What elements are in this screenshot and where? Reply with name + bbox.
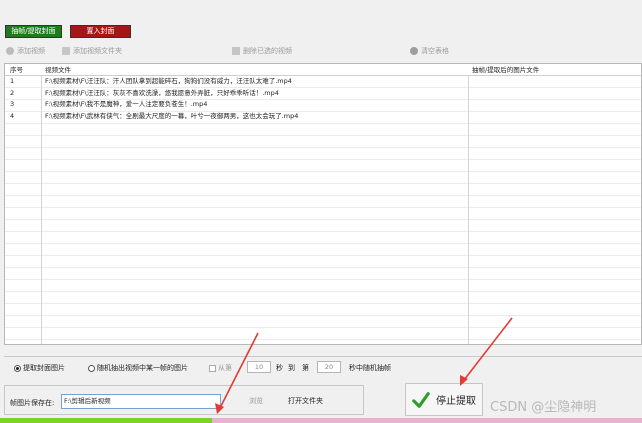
- extract-cover-radio[interactable]: 提取封面图片: [14, 363, 65, 373]
- table-header: 序号 视频文件 抽帧/提取后的图片文件: [5, 64, 641, 76]
- row-no: 4: [10, 111, 15, 120]
- random-extract-label: 秒中随机抽帧: [349, 364, 391, 372]
- add-folder-button[interactable]: 添加视频文件夹: [62, 46, 122, 56]
- random-frame-radio[interactable]: 随机抽出视频中某一帧的图片: [88, 363, 188, 373]
- extract-options-bar: 提取封面图片 随机抽出视频中某一帧的图片 从第 10 秒 到 第 20 秒中随机…: [4, 356, 642, 377]
- to-ordinal-label: 第: [302, 364, 309, 372]
- row-file: F:\视频素材\F\我不是魔神，爱一人注定要负苍生！.mp4: [45, 100, 208, 108]
- clear-icon: [410, 47, 418, 55]
- check-icon: [412, 391, 430, 408]
- header-output-image: 抽帧/提取后的图片文件: [472, 66, 540, 74]
- from-seconds-input[interactable]: 10: [247, 361, 271, 373]
- stop-extract-button[interactable]: 停止提取: [405, 383, 483, 416]
- from-checkbox[interactable]: 从第: [209, 363, 232, 373]
- row-file: F:\视频素材\F\武林有侠气：全剧最大尺度的一幕，叶兮一夜御两男，这也太会玩了…: [45, 111, 299, 120]
- delete-selected-button[interactable]: 删除已选的视频: [232, 46, 292, 56]
- header-no: 序号: [10, 66, 23, 74]
- table-row[interactable]: 1 F:\视频素材\F\汪汪队：汗人团队拿到超能碎石，狗狗们没有威力，汪汪队太难…: [5, 76, 641, 88]
- save-location-label: 帧图片保存在:: [10, 399, 55, 407]
- table-row[interactable]: 2 F:\视频素材\F\汪汪队：灰灰不喜欢洗澡，悠我愿意外弄脏，只好乖乖听话！.…: [5, 88, 641, 100]
- add-video-label: 添加视频: [17, 47, 45, 55]
- watermark: CSDN @尘隐神明: [490, 400, 597, 415]
- radio-selected-icon: [14, 364, 21, 372]
- row-no: 1: [10, 77, 15, 85]
- save-path-input[interactable]: F:\剪辑后新视频: [61, 394, 221, 409]
- row-file: F:\视频素材\F\汪汪队：汗人团队拿到超能碎石，狗狗们没有威力，汪汪队太难了.…: [45, 77, 292, 85]
- add-video-button[interactable]: 添加视频: [6, 46, 45, 56]
- table-row[interactable]: 3 F:\视频素材\F\我不是魔神，爱一人注定要负苍生！.mp4: [5, 99, 641, 111]
- from-label: 从第: [218, 364, 232, 372]
- save-location-bar: 帧图片保存在: F:\剪辑后新视频 浏览 打开文件夹: [4, 385, 364, 415]
- row-no: 2: [10, 88, 15, 97]
- radio-unselected-icon: [88, 364, 95, 372]
- seconds-label: 秒: [276, 364, 283, 372]
- delete-selected-label: 删除已选的视频: [243, 47, 292, 55]
- video-file-table[interactable]: 序号 视频文件 抽帧/提取后的图片文件 1 F:\视频素材\F\汪汪队：汗人团队…: [4, 63, 642, 345]
- open-folder-button[interactable]: 打开文件夹: [288, 396, 323, 406]
- add-video-icon: [6, 47, 14, 55]
- insert-cover-mode-button[interactable]: 置入封面: [70, 25, 131, 38]
- to-label: 到: [288, 364, 295, 372]
- extract-cover-mode-button[interactable]: 抽帧/提取封面: [5, 25, 62, 38]
- folder-icon: [62, 47, 70, 55]
- clear-table-button[interactable]: 清空表格: [410, 46, 449, 56]
- toolbar: 添加视频 添加视频文件夹 删除已选的视频 清空表格: [0, 43, 642, 60]
- to-seconds-input[interactable]: 20: [317, 361, 341, 373]
- extract-cover-label: 提取封面图片: [23, 364, 65, 372]
- progress-fill: [0, 418, 212, 423]
- row-no: 3: [10, 100, 15, 108]
- clear-table-label: 清空表格: [421, 47, 449, 55]
- random-frame-label: 随机抽出视频中某一帧的图片: [97, 364, 188, 372]
- progress-bar: [0, 418, 642, 423]
- header-video-file: 视频文件: [45, 66, 71, 74]
- table-row[interactable]: 4 F:\视频素材\F\武林有侠气：全剧最大尺度的一幕，叶兮一夜御两男，这也太会…: [5, 111, 641, 123]
- delete-icon: [232, 47, 240, 55]
- stop-extract-label: 停止提取: [436, 396, 476, 407]
- browse-button[interactable]: 浏览: [249, 396, 263, 406]
- add-folder-label: 添加视频文件夹: [73, 47, 122, 55]
- checkbox-icon: [209, 364, 216, 372]
- row-file: F:\视频素材\F\汪汪队：灰灰不喜欢洗澡，悠我愿意外弄脏，只好乖乖听话！.mp…: [45, 88, 279, 97]
